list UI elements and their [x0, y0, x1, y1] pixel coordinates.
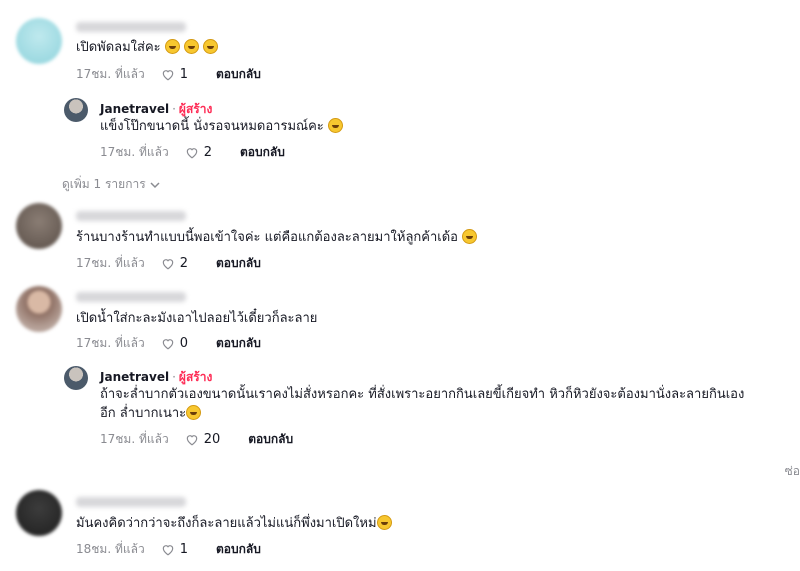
reply-meta: 17ชม. ที่แล้ว 2 ตอบกลับ: [100, 143, 285, 161]
heart-outline-icon[interactable]: [161, 68, 175, 81]
timestamp: 17ชม. ที่แล้ว: [76, 255, 145, 270]
timestamp: 17ชม. ที่แล้ว: [76, 335, 145, 350]
comment-text: เปิดน้ำใส่กะละมังเอาไปลอยไว้เดี๋ยวก็ละลา…: [76, 309, 317, 329]
reply-text-line-1: ถ้าจะล่ำบากตัวเองขนาดนั้นเราคงไม่สั่งหรอ…: [100, 385, 744, 405]
laughing-emoji-icon: [462, 229, 478, 244]
comment-text: เปิดพัดลมใส่คะ: [76, 38, 219, 58]
like-count: 0: [179, 335, 188, 351]
reply-text-content: แข็งโป๊กขนาดนี้ นั่งรอจนหมดอารมณ์คะ: [100, 119, 324, 134]
like-button[interactable]: 1: [161, 67, 188, 82]
separator-dot: ·: [172, 102, 176, 116]
creator-badge: ผู้สร้าง: [178, 370, 213, 384]
creator-badge: ผู้สร้าง: [178, 102, 213, 116]
comment-text-content: เปิดพัดลมใส่คะ: [76, 40, 161, 55]
reply-button[interactable]: ตอบกลับ: [240, 143, 285, 162]
comment-thread: เปิดพัดลมใส่คะ 17ชม. ที่แล้ว 1 ตอบกลับ J…: [0, 0, 800, 571]
reply-text-content: อีก ล่ำบากเนาะ: [100, 406, 187, 421]
like-button[interactable]: 1: [161, 542, 188, 557]
comment-meta: 17ชม. ที่แล้ว 0 ตอบกลับ: [76, 334, 261, 352]
grinning-emoji-icon: [183, 39, 199, 54]
avatar[interactable]: [16, 18, 62, 64]
comment-meta: 17ชม. ที่แล้ว 1 ตอบกลับ: [76, 65, 261, 83]
grinning-emoji-icon: [203, 39, 219, 54]
heart-outline-icon[interactable]: [185, 146, 199, 159]
avatar[interactable]: [16, 490, 62, 536]
comment-text-content: มันคงคิดว่ากว่าจะถึงก็ละลายแล้วไม่แน่ก็พ…: [76, 516, 377, 531]
reply-button[interactable]: ตอบกลับ: [248, 430, 293, 449]
timestamp: 18ชม. ที่แล้ว: [76, 541, 145, 556]
comment-text-content: เปิดน้ำใส่กะละมังเอาไปลอยไว้เดี๋ยวก็ละลา…: [76, 311, 318, 326]
like-button[interactable]: 0: [161, 336, 188, 351]
chevron-down-icon: [150, 181, 160, 188]
like-count: 2: [179, 255, 188, 271]
reply-button[interactable]: ตอบกลับ: [216, 254, 261, 273]
heart-outline-icon[interactable]: [161, 337, 175, 350]
author-name[interactable]: Janetravel: [100, 102, 169, 116]
laughing-emoji-icon: [327, 118, 343, 133]
username-blurred[interactable]: [76, 497, 186, 507]
timestamp: 17ชม. ที่แล้ว: [100, 431, 169, 446]
like-button[interactable]: 2: [185, 145, 212, 160]
username-blurred[interactable]: [76, 292, 186, 302]
grinning-emoji-icon: [186, 405, 202, 420]
username-blurred[interactable]: [76, 211, 186, 221]
reply-text-line-2: อีก ล่ำบากเนาะ: [100, 404, 202, 424]
avatar[interactable]: [16, 286, 62, 332]
comment-text: ร้านบางร้านทำแบบนี้พอเข้าใจค่ะ แต่คือแกต…: [76, 228, 478, 248]
reply-meta: 17ชม. ที่แล้ว 20 ตอบกลับ: [100, 430, 293, 448]
username-blurred[interactable]: [76, 22, 186, 32]
like-count: 1: [179, 541, 188, 557]
heart-outline-icon[interactable]: [161, 257, 175, 270]
like-count: 2: [203, 144, 212, 160]
like-button[interactable]: 2: [161, 256, 188, 271]
reply-text: แข็งโป๊กขนาดนี้ นั่งรอจนหมดอารมณ์คะ: [100, 117, 343, 137]
timestamp: 17ชม. ที่แล้ว: [100, 144, 169, 159]
timestamp: 17ชม. ที่แล้ว: [76, 66, 145, 81]
reply-button[interactable]: ตอบกลับ: [216, 65, 261, 84]
comment-meta: 17ชม. ที่แล้ว 2 ตอบกลับ: [76, 254, 261, 272]
view-more-replies[interactable]: ดูเพิ่ม 1 รายการ: [62, 175, 160, 194]
comment-text-content: ร้านบางร้านทำแบบนี้พอเข้าใจค่ะ แต่คือแกต…: [76, 230, 458, 245]
heart-outline-icon[interactable]: [161, 543, 175, 556]
view-more-label: ดูเพิ่ม 1 รายการ: [62, 177, 146, 191]
like-button[interactable]: 20: [185, 431, 221, 447]
author-name[interactable]: Janetravel: [100, 370, 169, 384]
separator-dot: ·: [172, 370, 176, 384]
grinning-emoji-icon: [164, 39, 180, 54]
reply-button[interactable]: ตอบกลับ: [216, 334, 261, 353]
hide-link-truncated[interactable]: ซ่อ: [785, 462, 800, 481]
creator-avatar[interactable]: [64, 366, 88, 390]
reply-text-content: ถ้าจะล่ำบากตัวเองขนาดนั้นเราคงไม่สั่งหรอ…: [100, 387, 745, 402]
heart-outline-icon[interactable]: [185, 433, 199, 446]
like-count: 1: [179, 66, 188, 82]
comment-text: มันคงคิดว่ากว่าจะถึงก็ละลายแล้วไม่แน่ก็พ…: [76, 514, 392, 534]
reply-button[interactable]: ตอบกลับ: [216, 540, 261, 559]
comment-meta: 18ชม. ที่แล้ว 1 ตอบกลับ: [76, 540, 261, 558]
creator-avatar[interactable]: [64, 98, 88, 122]
like-count: 20: [203, 431, 221, 447]
avatar[interactable]: [16, 203, 62, 249]
grinning-emoji-icon: [376, 515, 392, 530]
